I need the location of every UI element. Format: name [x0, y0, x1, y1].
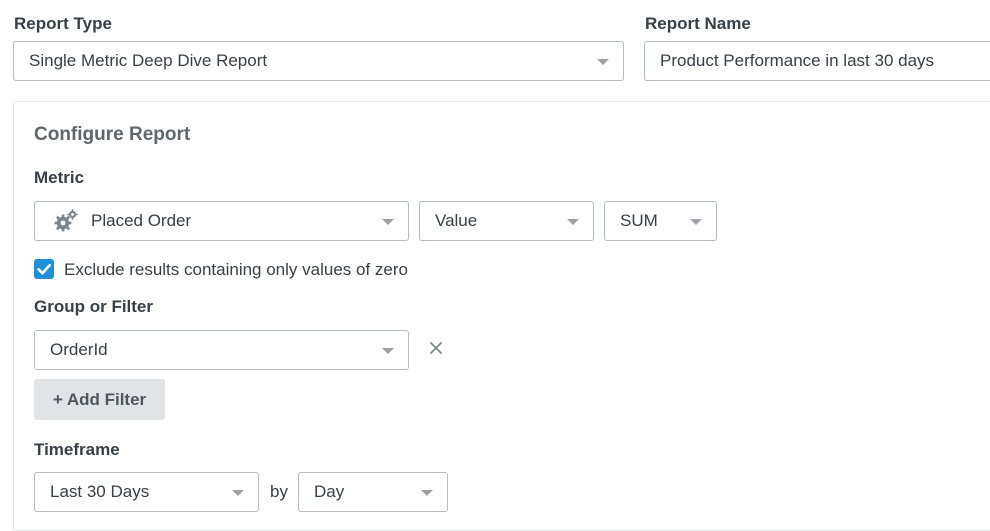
timeframe-range-value: Last 30 Days: [50, 482, 150, 501]
metric-label: Metric: [34, 168, 85, 187]
metric-event-value: Placed Order: [91, 211, 192, 230]
group-filter-value: OrderId: [50, 340, 108, 359]
close-icon: [430, 342, 442, 354]
timeframe-granularity-select[interactable]: Day: [298, 472, 448, 512]
exclude-zero-label: Exclude results containing only values o…: [64, 260, 408, 279]
report-name-value: Product Performance in last 30 days: [660, 51, 935, 70]
timeframe-granularity-value: Day: [314, 482, 345, 501]
report-type-value: Single Metric Deep Dive Report: [29, 51, 268, 70]
chevron-down-icon: [567, 219, 579, 225]
report-name-input[interactable]: Product Performance in last 30 days: [644, 41, 990, 81]
chevron-down-icon: [232, 490, 244, 496]
timeframe-label: Timeframe: [34, 440, 120, 459]
configure-report-title: Configure Report: [34, 124, 191, 145]
chevron-down-icon: [382, 219, 394, 225]
metric-aggregation-select[interactable]: SUM: [604, 201, 717, 241]
metric-aggregation-value: SUM: [620, 211, 658, 230]
configure-report-panel: [13, 101, 990, 531]
timeframe-range-select[interactable]: Last 30 Days: [34, 472, 259, 512]
remove-filter-button[interactable]: [424, 336, 448, 360]
metric-measure-select[interactable]: Value: [419, 201, 594, 241]
group-filter-label: Group or Filter: [34, 297, 153, 316]
report-name-label: Report Name: [645, 14, 751, 33]
metric-event-select[interactable]: Placed Order: [34, 201, 409, 241]
report-type-select[interactable]: Single Metric Deep Dive Report: [13, 41, 624, 81]
chevron-down-icon: [421, 490, 433, 496]
metric-measure-value: Value: [435, 211, 478, 230]
exclude-zero-checkbox[interactable]: [34, 259, 54, 279]
by-label: by: [270, 482, 288, 501]
gears-icon: [53, 208, 79, 234]
report-type-label: Report Type: [14, 14, 112, 33]
chevron-down-icon: [382, 348, 394, 354]
chevron-down-icon: [690, 219, 702, 225]
add-filter-button[interactable]: + Add Filter: [34, 379, 165, 420]
group-filter-select[interactable]: OrderId: [34, 330, 409, 370]
checkmark-icon: [37, 263, 51, 275]
chevron-down-icon: [597, 59, 609, 65]
